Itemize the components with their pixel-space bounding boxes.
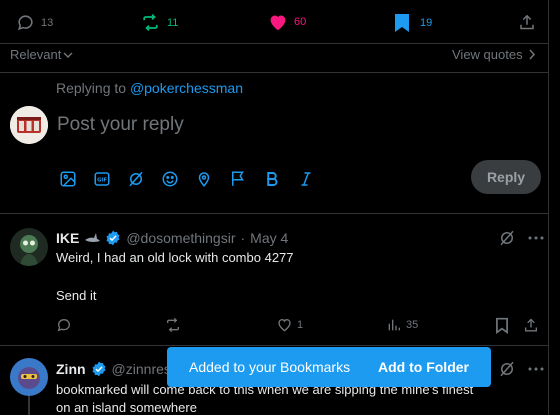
post-date[interactable]: May 4	[250, 230, 288, 246]
repost-icon	[143, 13, 158, 32]
avatar-image-icon	[10, 358, 48, 396]
gif-icon: GIF	[94, 172, 110, 186]
thread-line	[28, 396, 30, 415]
view-quotes-link[interactable]: View quotes	[452, 47, 536, 62]
like-action[interactable]: 60	[268, 13, 306, 31]
replying-prefix: Replying to	[56, 80, 127, 96]
flag-button[interactable]	[227, 168, 249, 190]
analytics-bars-icon	[388, 319, 400, 331]
gif-button[interactable]: GIF	[91, 168, 113, 190]
italic-icon	[301, 172, 311, 186]
share-icon	[520, 14, 534, 30]
reply-count: 13	[41, 16, 54, 29]
repost-action[interactable]	[164, 317, 182, 333]
grok-button[interactable]	[125, 168, 147, 190]
reply-icon	[17, 15, 33, 31]
grok-icon	[500, 230, 514, 246]
composer-toolbar: GIF	[57, 168, 317, 190]
grok-icon	[500, 361, 514, 377]
image-icon	[60, 171, 76, 187]
bookmark-action[interactable]: 19	[394, 13, 432, 33]
divider	[0, 43, 548, 44]
italic-button[interactable]	[295, 168, 317, 190]
media-button[interactable]	[57, 168, 79, 190]
share-action[interactable]	[523, 317, 539, 334]
like-action[interactable]: 1	[276, 317, 303, 332]
share-icon	[525, 318, 537, 332]
divider	[0, 72, 548, 73]
post-text-line: Weird, I had an old lock with combo 4277	[56, 250, 294, 265]
add-to-folder-button[interactable]: Add to Folder	[378, 359, 469, 375]
bold-icon	[267, 172, 278, 186]
bookmark-action[interactable]	[495, 317, 509, 334]
more-horizontal-icon	[528, 236, 544, 240]
verified-badge-icon	[106, 230, 120, 246]
display-name[interactable]: IKE	[56, 230, 79, 246]
reply-action[interactable]	[56, 317, 72, 333]
avatar-image-icon	[10, 106, 48, 144]
emoji-button[interactable]	[159, 168, 181, 190]
heart-icon	[278, 319, 291, 332]
post-header: Zinn @zinnres	[56, 361, 171, 377]
bookmark-count: 19	[420, 17, 433, 29]
avatar-image-icon	[10, 228, 48, 266]
post-action-bar: 13 11 60 19	[0, 0, 548, 46]
bookmark-toast: Added to your Bookmarks Add to Folder	[167, 347, 491, 387]
chevron-down-icon	[63, 52, 73, 58]
reply-button[interactable]: Reply	[471, 160, 541, 194]
heart-filled-icon	[270, 15, 286, 31]
emoji-icon	[162, 171, 178, 187]
handle[interactable]: @dosomethingsir	[126, 230, 235, 246]
reply-input[interactable]: Post your reply	[57, 114, 184, 136]
repost-count: 11	[167, 16, 179, 29]
sort-label: Relevant	[10, 47, 62, 62]
views-action[interactable]: 35	[386, 317, 418, 333]
post-header: IKE @dosomethingsir · May 4	[56, 230, 288, 246]
post-text-line: on an island somewhere	[56, 400, 197, 415]
replying-to: Replying to @pokerchessman	[56, 80, 243, 96]
handle[interactable]: @zinnres	[112, 361, 171, 377]
post-text-line: Send it	[56, 288, 97, 303]
more-options-button[interactable]	[526, 359, 546, 379]
reply-action[interactable]: 13	[16, 13, 53, 32]
grok-icon	[129, 171, 143, 187]
shark-emoji-icon	[85, 233, 101, 242]
chevron-right-icon	[529, 49, 535, 60]
reply-icon	[57, 318, 71, 332]
verified-badge-icon	[92, 361, 106, 377]
display-name[interactable]: Zinn	[56, 361, 86, 377]
location-pin-icon	[198, 172, 210, 187]
grok-action-button[interactable]	[498, 229, 516, 247]
bold-button[interactable]	[261, 168, 283, 190]
divider	[0, 213, 548, 214]
grok-action-button[interactable]	[498, 360, 516, 378]
view-quotes-label: View quotes	[452, 47, 523, 62]
like-count: 1	[297, 318, 304, 331]
sort-dropdown[interactable]: Relevant	[10, 47, 73, 62]
svg-text:GIF: GIF	[97, 178, 107, 184]
scrollbar[interactable]	[548, 0, 560, 415]
like-count: 60	[294, 16, 307, 28]
bookmark-filled-icon	[395, 14, 409, 32]
repost-icon	[167, 317, 179, 333]
more-horizontal-icon	[528, 367, 544, 371]
avatar[interactable]	[10, 358, 48, 396]
bookmark-icon	[496, 317, 508, 334]
replying-handle-link[interactable]: @pokerchessman	[130, 80, 243, 96]
meta-separator: ·	[240, 230, 246, 246]
divider	[0, 345, 548, 346]
location-button[interactable]	[193, 168, 215, 190]
avatar[interactable]	[10, 228, 48, 266]
more-options-button[interactable]	[526, 228, 546, 248]
avatar[interactable]	[10, 106, 48, 144]
repost-action[interactable]: 11	[140, 13, 178, 32]
toast-message: Added to your Bookmarks	[189, 359, 351, 375]
flag-icon	[232, 171, 244, 186]
share-action[interactable]	[518, 13, 536, 32]
views-count: 35	[406, 319, 419, 331]
